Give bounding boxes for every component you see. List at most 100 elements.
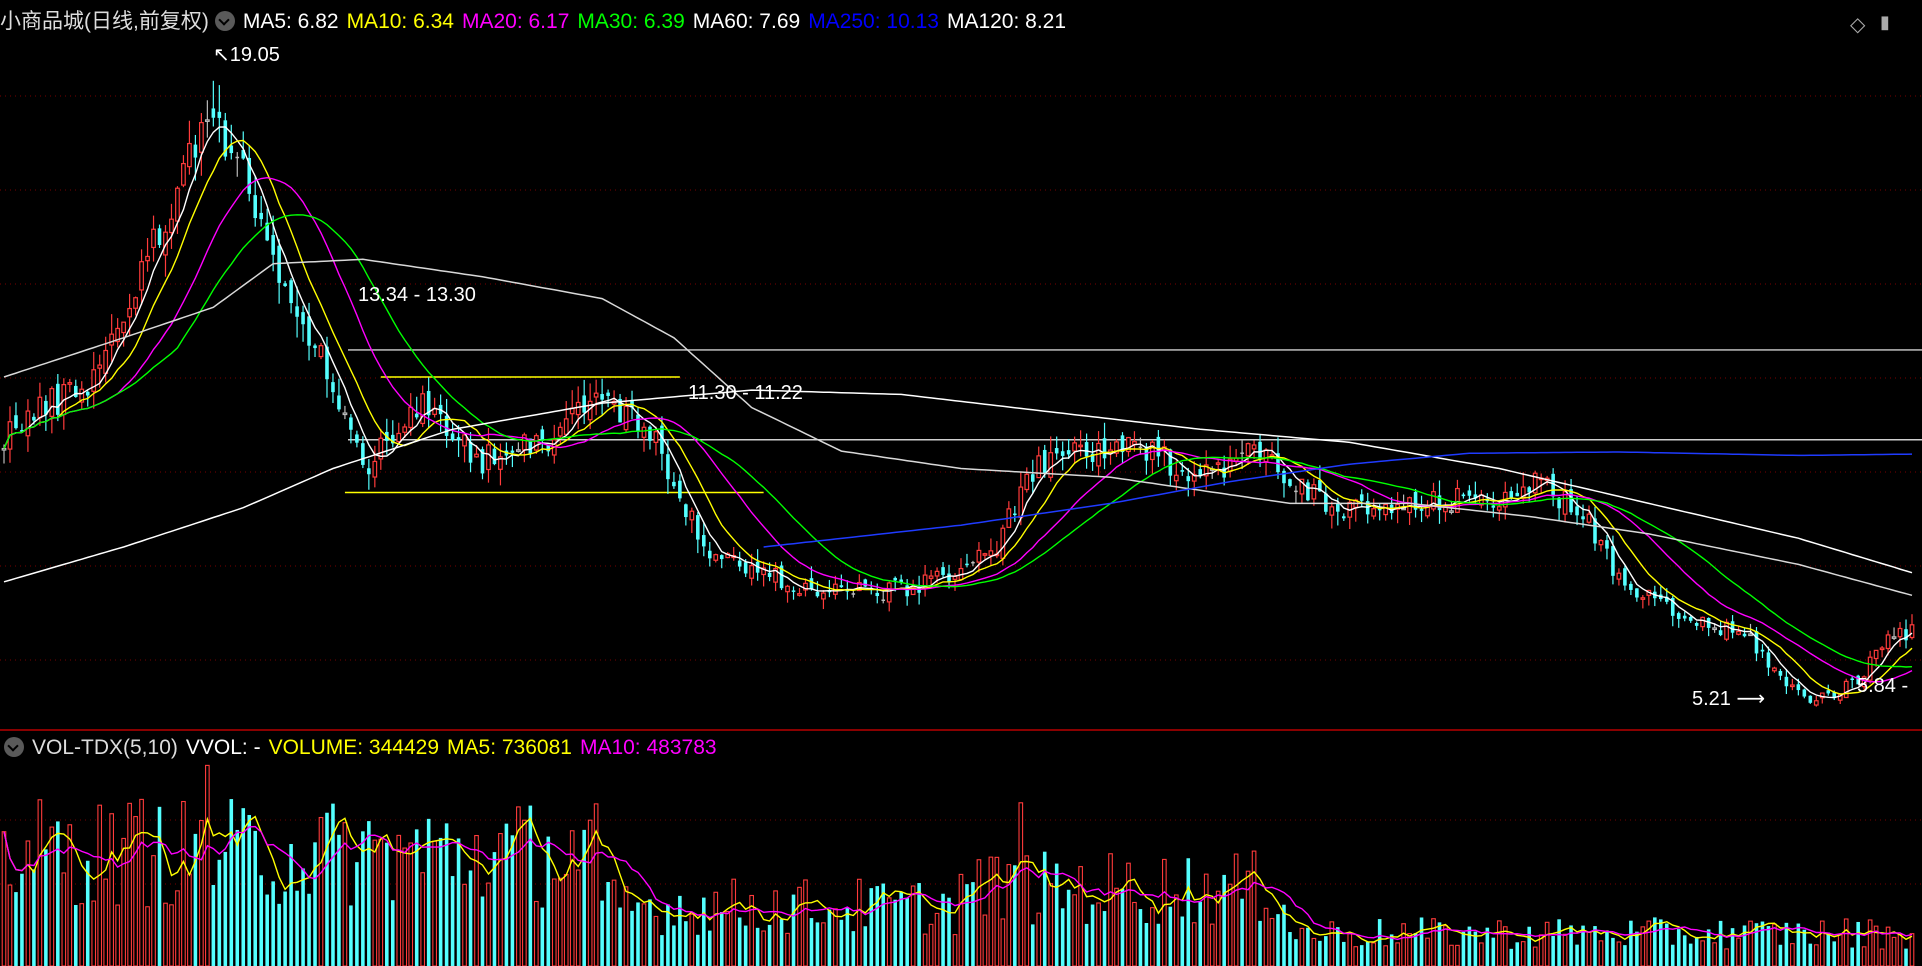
diamond-icon[interactable]: ◇ [1850, 12, 1865, 37]
volume-bar [235, 829, 240, 966]
candle [378, 428, 384, 470]
volume-bar [755, 927, 760, 966]
volume-bar [641, 903, 647, 966]
indicator-3: MA10: 483783 [579, 736, 717, 759]
volume-bar [223, 851, 228, 966]
candle [25, 399, 31, 452]
volume-bar [1054, 863, 1059, 966]
candle [20, 423, 24, 432]
candle [976, 542, 982, 573]
candle [450, 423, 455, 442]
candle [1706, 617, 1711, 637]
volume-bar [821, 922, 826, 966]
volume-bar [1502, 926, 1508, 966]
volume-bar [1772, 923, 1777, 966]
volume-bar [163, 902, 168, 966]
candle [235, 152, 240, 177]
volume-bar [1724, 948, 1729, 966]
volume-bar [1778, 944, 1783, 966]
volume-bar [791, 894, 796, 966]
volume-bar [1306, 927, 1310, 966]
volume-bar [253, 830, 257, 966]
candle [1353, 498, 1359, 522]
volume-bar [1258, 920, 1262, 966]
volume-bar [1066, 889, 1071, 966]
candle [922, 564, 928, 597]
volume-collapse-toggle-icon[interactable] [4, 737, 24, 757]
candle [56, 374, 60, 422]
volume-bar [145, 906, 150, 966]
candle [832, 575, 838, 600]
candle [672, 472, 676, 489]
candle [355, 430, 359, 448]
candle [1551, 468, 1555, 507]
volume-bar [1024, 855, 1030, 966]
panel-menu-icon[interactable]: ▮ [1880, 12, 1890, 33]
indicator-2: MA5: 736081 [447, 736, 572, 759]
volume-bar [528, 805, 533, 966]
candle [731, 546, 737, 561]
candle [707, 541, 712, 567]
volume-bar [569, 830, 575, 966]
volume-bar [217, 859, 222, 966]
candle [1819, 692, 1825, 704]
candle [1575, 495, 1579, 526]
volume-bar [696, 934, 700, 966]
volume-bar [115, 904, 120, 966]
volume-title: VOL-TDX(5,10) [32, 736, 178, 759]
candle [1306, 479, 1310, 502]
volume-bar [1748, 920, 1753, 966]
candle [1102, 422, 1107, 470]
volume-bar [1209, 923, 1215, 966]
volume-bar [958, 873, 964, 966]
upper-range-label: 13.34 - 13.30 [358, 284, 476, 306]
candle [910, 579, 916, 596]
price-candles [1, 80, 1915, 707]
candle [982, 552, 988, 560]
volume-bar [1365, 941, 1370, 966]
volume-bar [809, 918, 814, 966]
volume-bar [1491, 937, 1496, 966]
candle [301, 305, 305, 342]
volume-bar [636, 902, 640, 966]
volume-bar [1288, 932, 1292, 966]
candle [1407, 496, 1412, 526]
candle [181, 155, 186, 188]
low-price-label: 5.21 ⟶ [1692, 688, 1766, 710]
volume-bar [875, 886, 880, 966]
volume-bar [1598, 940, 1604, 966]
ma5-line [3, 126, 1913, 699]
volume-bar [1826, 932, 1831, 966]
indicator-1: MA10: 6.34 [346, 10, 454, 33]
volume-bar [187, 873, 192, 966]
collapse-toggle-icon[interactable] [214, 11, 235, 31]
candle [1072, 436, 1078, 464]
volume-bar [623, 886, 629, 966]
volume-bar [181, 800, 186, 966]
candle [396, 422, 402, 445]
volume-bar [103, 878, 109, 966]
candle [1288, 478, 1292, 488]
candle [277, 239, 281, 304]
candle [1808, 695, 1813, 704]
candle [426, 377, 431, 429]
volume-bar [1126, 862, 1131, 966]
volume-bar [1670, 944, 1675, 966]
volume-bar [1575, 944, 1579, 966]
volume-bar [1688, 943, 1693, 966]
candle [1891, 627, 1897, 641]
volume-bar [1431, 918, 1436, 966]
volume-bar [1198, 901, 1203, 966]
volume-bar [910, 885, 916, 966]
volume-bars [1, 764, 1915, 966]
volume-bar [779, 919, 784, 966]
candle [211, 80, 216, 127]
volume-bar [44, 849, 48, 966]
candle [648, 425, 652, 450]
candle [1598, 539, 1604, 552]
volume-bar [1383, 945, 1388, 966]
volume-bar [1629, 920, 1633, 966]
high-price-value: 19.05 [229, 44, 280, 66]
volume-bar [56, 821, 60, 966]
volume-bar [1245, 870, 1251, 966]
